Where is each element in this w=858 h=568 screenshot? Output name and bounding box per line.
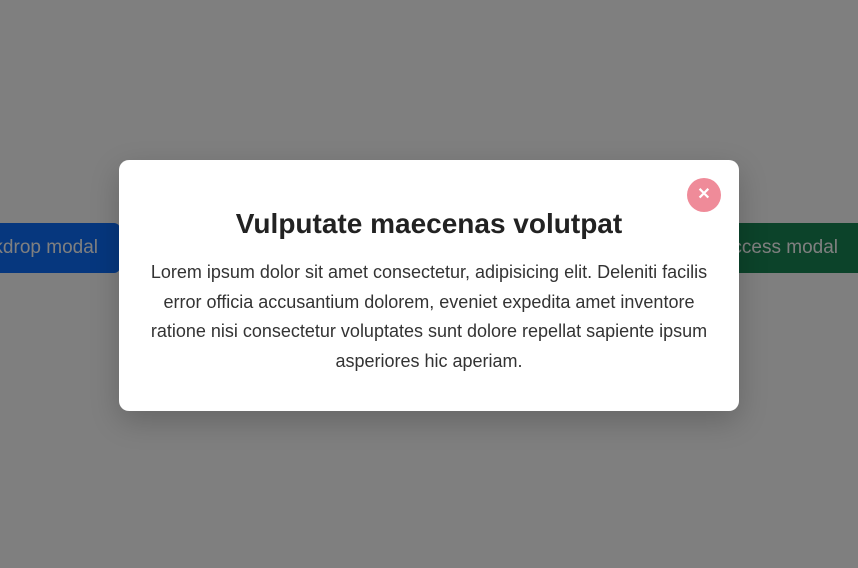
modal-dialog: ✕ Vulputate maecenas volutpat Lorem ipsu…	[119, 160, 739, 411]
modal-body-text: Lorem ipsum dolor sit amet consectetur, …	[145, 258, 713, 377]
close-icon: ✕	[697, 187, 710, 203]
close-button[interactable]: ✕	[687, 178, 721, 212]
modal-title: Vulputate maecenas volutpat	[145, 208, 713, 240]
